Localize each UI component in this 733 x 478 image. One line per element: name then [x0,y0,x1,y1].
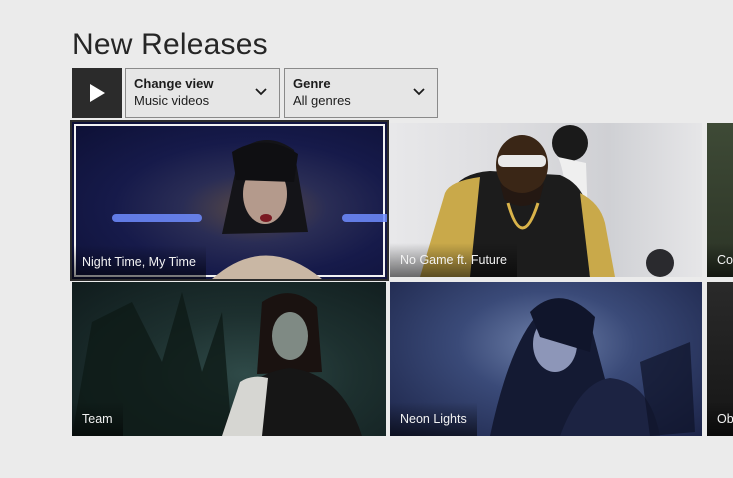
video-tile-team[interactable]: Team [72,282,386,436]
video-title: Team [72,402,123,436]
video-tile-night-time[interactable]: Night Time, My Time [72,122,387,279]
change-view-dropdown[interactable]: Change view Music videos [125,68,280,118]
genre-dropdown[interactable]: Genre All genres [284,68,438,118]
video-tile-partial[interactable]: Cou [707,123,733,277]
play-all-button[interactable] [72,68,122,118]
page-title: New Releases [72,28,268,61]
video-title: Obl [707,402,733,436]
play-icon [90,84,105,102]
video-tile-neon-lights[interactable]: Neon Lights [390,282,702,436]
genre-label: Genre [293,76,331,91]
change-view-value: Music videos [134,93,210,108]
video-title: Neon Lights [390,402,477,436]
video-title: Night Time, My Time [72,245,206,279]
chevron-down-icon [255,88,267,96]
video-tile-partial[interactable]: Obl [707,282,733,436]
video-tile-no-game[interactable]: No Game ft. Future [390,123,702,277]
video-title: Cou [707,243,733,277]
chevron-down-icon [413,88,425,96]
video-title: No Game ft. Future [390,243,517,277]
change-view-label: Change view [134,76,214,91]
genre-value: All genres [293,93,351,108]
